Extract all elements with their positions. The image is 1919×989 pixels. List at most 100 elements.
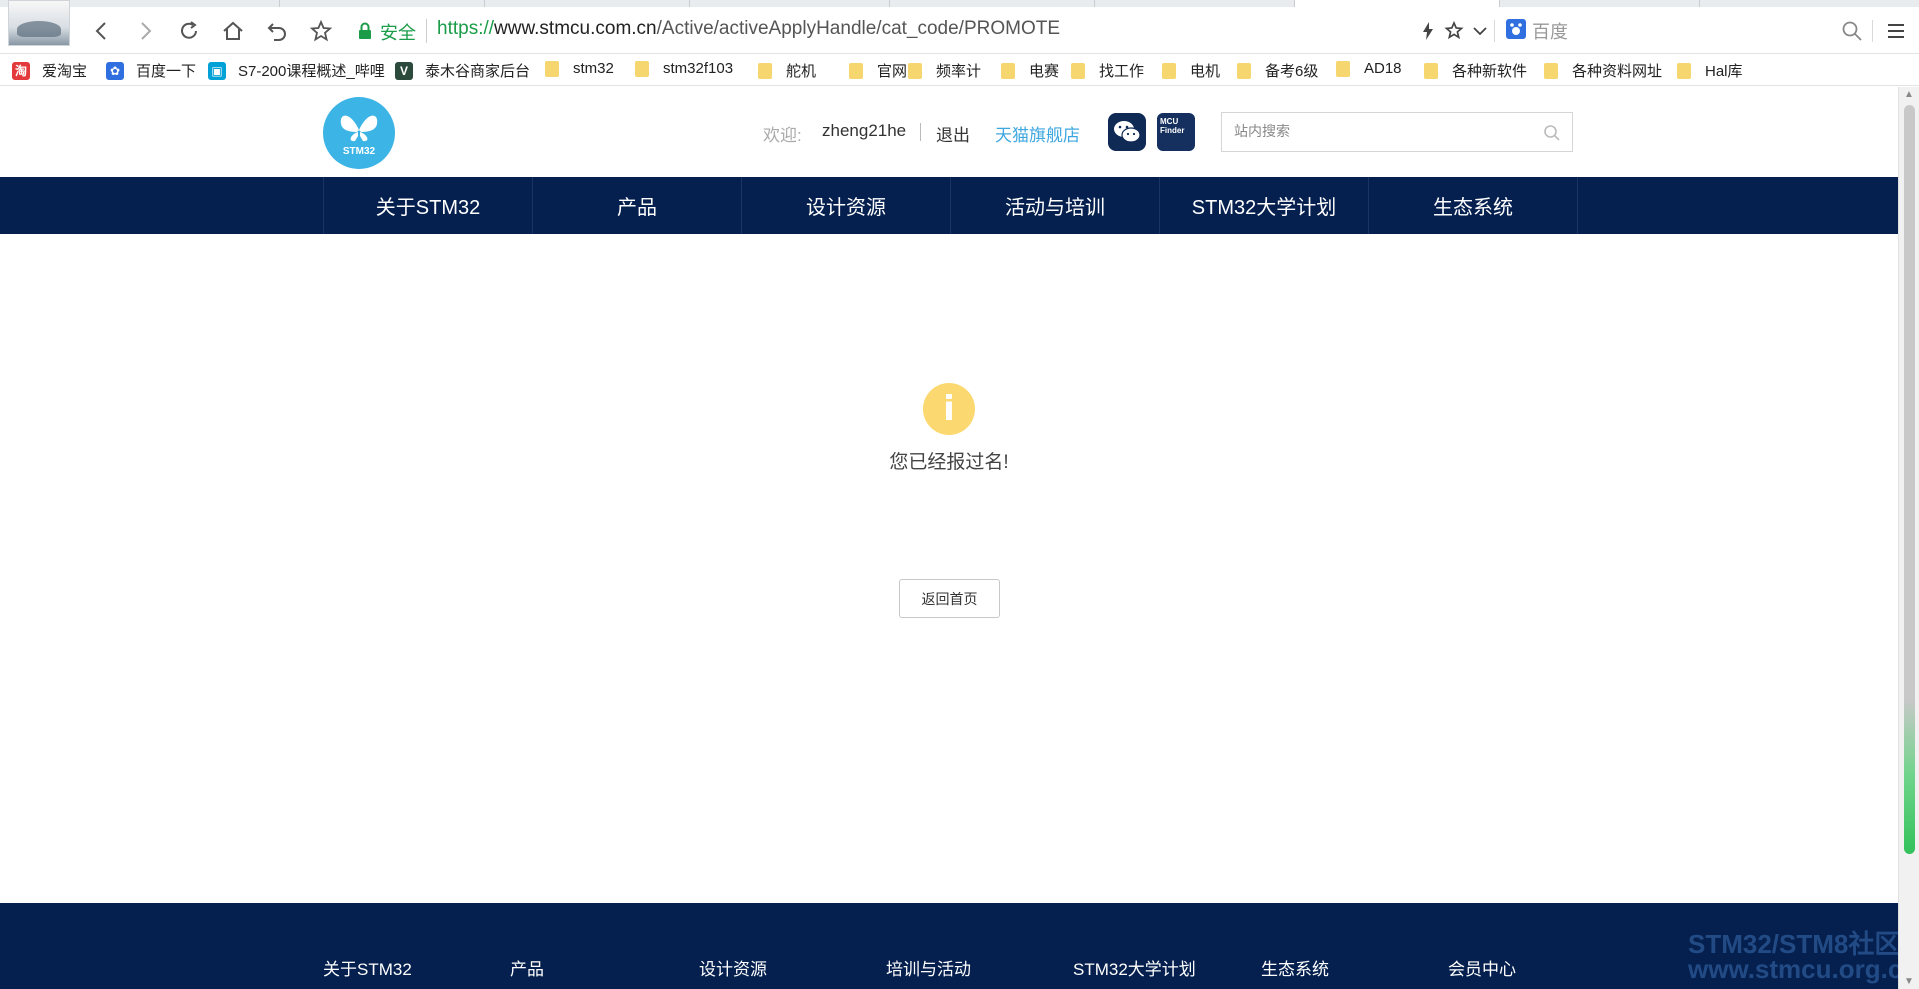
browser-tab[interactable] bbox=[80, 0, 280, 7]
site-header: STM32 欢迎: zheng21he 退出 天猫旗舰店 MCU Finder bbox=[0, 87, 1898, 177]
baidu-icon[interactable] bbox=[1506, 19, 1526, 39]
browser-tab-active[interactable] bbox=[1295, 0, 1500, 7]
toolbar-separator bbox=[1872, 20, 1873, 42]
dropdown-chevron-icon[interactable] bbox=[1466, 17, 1494, 45]
bookmark-item[interactable]: 官网 bbox=[849, 60, 907, 81]
folder-icon bbox=[758, 62, 772, 79]
bookmark-item[interactable]: 备考6级 bbox=[1237, 60, 1318, 81]
bookmark-label: S7-200课程概述_哔哩 bbox=[238, 63, 385, 80]
footer-link[interactable]: 关于STM32 bbox=[323, 955, 412, 980]
footer-link[interactable]: 培训与活动 bbox=[886, 955, 971, 980]
footer-link[interactable]: 设计资源 bbox=[699, 955, 767, 980]
browser-search-input[interactable]: 百度 bbox=[1532, 18, 1568, 44]
browser-tab[interactable] bbox=[890, 0, 1095, 7]
folder-icon bbox=[1001, 62, 1015, 79]
tmall-store-link[interactable]: 天猫旗舰店 bbox=[995, 121, 1080, 146]
nav-item[interactable]: 活动与培训 bbox=[951, 177, 1160, 234]
lightning-icon[interactable] bbox=[1414, 17, 1442, 45]
bookmark-label: 频率计 bbox=[936, 63, 982, 80]
bookmark-label: AD18 bbox=[1364, 60, 1402, 77]
browser-toolbar: 安全 https://www.stmcu.com.cn/Active/activ… bbox=[0, 0, 1919, 54]
folder-icon bbox=[1162, 62, 1176, 79]
scrollbar-thumb[interactable] bbox=[1904, 699, 1915, 854]
nav-item[interactable]: 设计资源 bbox=[742, 177, 951, 234]
bookmark-item[interactable]: 电赛 bbox=[1001, 60, 1059, 81]
folder-icon bbox=[1677, 62, 1691, 79]
mcu-finder-icon[interactable]: MCU Finder bbox=[1157, 113, 1195, 151]
footer-link[interactable]: 会员中心 bbox=[1448, 955, 1516, 980]
browser-tab[interactable] bbox=[1095, 0, 1295, 7]
info-icon: i bbox=[923, 383, 975, 435]
bilibili-icon: ▣ bbox=[208, 61, 226, 80]
nav-item[interactable]: STM32大学计划 bbox=[1160, 177, 1369, 234]
url-host: www.stmcu.com.cn bbox=[494, 18, 657, 39]
footer-link[interactable]: 产品 bbox=[510, 955, 544, 980]
username-link[interactable]: zheng21he bbox=[822, 121, 906, 141]
bookmark-item[interactable]: stm32 bbox=[545, 60, 614, 77]
bookmark-label: stm32 bbox=[573, 60, 614, 77]
back-icon[interactable] bbox=[88, 17, 116, 45]
bookmark-item[interactable]: 各种资料网址 bbox=[1544, 60, 1662, 81]
bookmark-item[interactable]: 频率计 bbox=[908, 60, 981, 81]
site-search-input[interactable] bbox=[1234, 123, 1534, 139]
folder-icon bbox=[1336, 60, 1350, 77]
folder-icon bbox=[1424, 62, 1438, 79]
bookmark-label: 各种资料网址 bbox=[1572, 63, 1663, 80]
nav-item[interactable]: 产品 bbox=[533, 177, 742, 234]
browser-tab[interactable] bbox=[1500, 0, 1700, 7]
bookmark-label: 备考6级 bbox=[1265, 63, 1319, 80]
footer-link[interactable]: STM32大学计划 bbox=[1073, 955, 1196, 980]
nav-item[interactable]: 生态系统 bbox=[1369, 177, 1578, 234]
bookmark-label: 各种新软件 bbox=[1452, 63, 1528, 80]
bookmark-item[interactable]: ✿ 百度一下 bbox=[106, 60, 196, 81]
notice-panel: i 您已经报过名! bbox=[0, 383, 1898, 474]
logout-link[interactable]: 退出 bbox=[936, 121, 970, 146]
reload-icon[interactable] bbox=[175, 17, 203, 45]
back-home-button[interactable]: 返回首页 bbox=[899, 579, 1000, 618]
bookmark-item[interactable]: ▣ S7-200课程概述_哔哩 bbox=[208, 60, 385, 81]
search-icon[interactable] bbox=[1542, 123, 1562, 143]
bookmark-item[interactable]: 舵机 bbox=[758, 60, 816, 81]
bookmark-item[interactable]: 各种新软件 bbox=[1424, 60, 1527, 81]
v-logo-icon: V bbox=[395, 61, 413, 80]
toolbar-separator bbox=[1494, 20, 1495, 42]
scroll-up-arrow-icon[interactable]: ▲ bbox=[1904, 89, 1914, 100]
bookmark-label: 舵机 bbox=[786, 63, 817, 80]
forward-icon[interactable] bbox=[131, 17, 159, 45]
butterfly-icon bbox=[340, 115, 378, 141]
favorite-star-icon[interactable] bbox=[307, 17, 335, 45]
vertical-scrollbar[interactable]: ▲ ▼ bbox=[1898, 87, 1919, 989]
browser-tab[interactable] bbox=[690, 0, 890, 7]
search-icon[interactable] bbox=[1838, 17, 1866, 45]
home-icon[interactable] bbox=[219, 17, 247, 45]
tab-strip bbox=[0, 0, 1919, 7]
profile-thumbnail[interactable] bbox=[8, 0, 70, 46]
bookmark-label: 电机 bbox=[1190, 63, 1221, 80]
page-viewport: STM32 欢迎: zheng21he 退出 天猫旗舰店 MCU Finder … bbox=[0, 87, 1898, 989]
bookmark-label: Hal库 bbox=[1705, 63, 1743, 80]
bookmark-item[interactable]: 电机 bbox=[1162, 60, 1220, 81]
browser-tab[interactable] bbox=[280, 0, 485, 7]
scrollbar-track-thumb[interactable] bbox=[1904, 105, 1915, 785]
url-protocol: https:// bbox=[437, 18, 495, 39]
welcome-label: 欢迎: bbox=[763, 126, 802, 145]
nav-item[interactable]: 关于STM32 bbox=[324, 177, 533, 234]
bookmark-item[interactable]: stm32f103 bbox=[635, 60, 733, 77]
address-bar[interactable]: https://www.stmcu.com.cn/Active/activeAp… bbox=[437, 18, 1060, 40]
bookmark-star-icon[interactable] bbox=[1440, 17, 1468, 45]
stm32-logo[interactable]: STM32 bbox=[323, 97, 395, 169]
bookmark-item[interactable]: V 泰木谷商家后台 bbox=[395, 60, 530, 81]
undo-icon[interactable] bbox=[263, 17, 291, 45]
bookmark-item[interactable]: 找工作 bbox=[1071, 60, 1144, 81]
bookmark-item[interactable]: 淘爱淘宝 bbox=[12, 60, 87, 81]
bookmark-item[interactable]: Hal库 bbox=[1677, 60, 1743, 81]
menu-icon[interactable] bbox=[1882, 17, 1910, 45]
baidu-paw-icon: ✿ bbox=[106, 61, 124, 80]
folder-icon bbox=[1237, 62, 1251, 79]
scroll-down-arrow-icon[interactable]: ▼ bbox=[1904, 976, 1914, 987]
browser-tab[interactable] bbox=[485, 0, 690, 7]
footer-link[interactable]: 生态系统 bbox=[1261, 955, 1329, 980]
bookmark-item[interactable]: AD18 bbox=[1336, 60, 1402, 77]
folder-icon bbox=[1544, 62, 1558, 79]
wechat-icon[interactable] bbox=[1108, 113, 1146, 151]
